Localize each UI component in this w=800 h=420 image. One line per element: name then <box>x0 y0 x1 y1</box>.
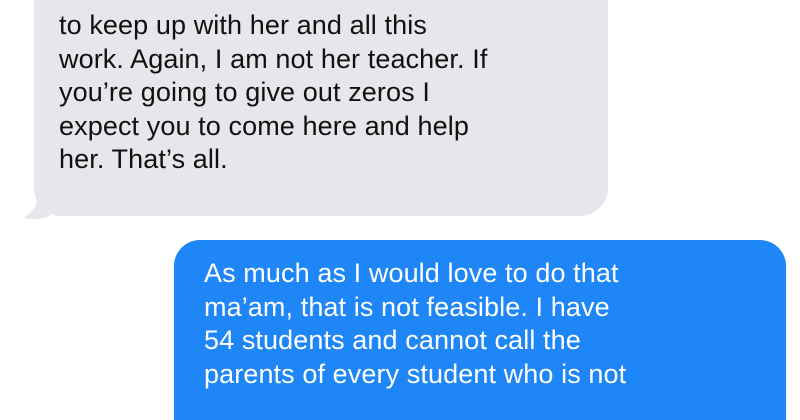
received-message-line: her. That’s all. <box>59 144 228 174</box>
sent-message-bubble[interactable]: As much as I would love to do that ma’am… <box>174 240 786 420</box>
sent-message-line: As much as I would love to do that <box>204 258 619 288</box>
received-message-bubble[interactable]: to keep up with her and all this work. A… <box>34 0 608 216</box>
sent-message-line: parents of every student who is not <box>204 358 627 389</box>
sent-message-line: ma’am, that is not feasible. I have <box>204 291 610 322</box>
received-message-line: to keep up with her and all this <box>59 10 427 40</box>
received-message-line: expect you to come here and help <box>59 110 469 141</box>
sent-message-line: 54 students and cannot call the <box>204 325 581 355</box>
message-thread: to keep up with her and all this work. A… <box>0 0 800 420</box>
received-bubble-tail <box>24 196 50 220</box>
received-message-line: you’re going to give out zeros I <box>59 77 430 107</box>
received-message-line: work. Again, I am not her teacher. If <box>59 43 488 74</box>
